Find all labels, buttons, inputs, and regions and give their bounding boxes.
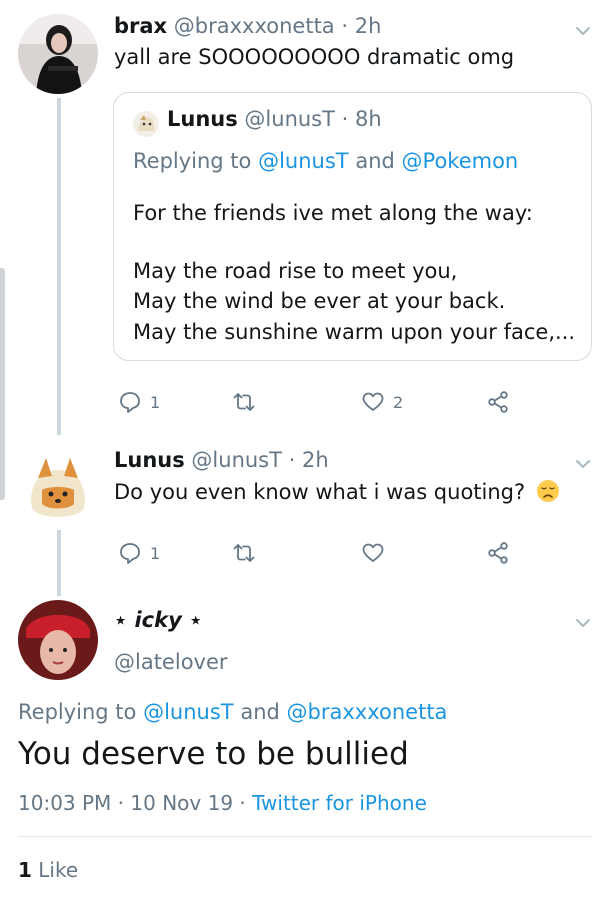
separator: · [341, 14, 349, 38]
retweet-icon [232, 390, 256, 414]
handle[interactable]: @braxxxonetta [174, 14, 335, 38]
chevron-down-icon[interactable] [574, 455, 592, 473]
like-button[interactable]: 2 [361, 390, 403, 414]
tweet-source-link[interactable]: Twitter for iPhone [252, 791, 427, 815]
retweet-button[interactable] [232, 541, 264, 565]
avatar[interactable] [18, 600, 98, 680]
tweet-header: Lunus @lunusT · 2h [114, 448, 329, 472]
separator: · [239, 791, 246, 815]
replying-and: and [355, 149, 395, 173]
display-name[interactable]: brax [114, 14, 167, 38]
display-name[interactable]: Lunus [114, 448, 185, 472]
separator: · [341, 107, 349, 131]
display-name[interactable]: ⋆ icky ⋆ [114, 608, 202, 632]
handle[interactable]: @latelover [114, 650, 228, 674]
like-button[interactable] [361, 541, 393, 565]
reply-count: 1 [150, 392, 161, 412]
scroll-indicator[interactable] [0, 268, 5, 500]
replying-and: and [240, 700, 280, 724]
quoted-tweet-header: Lunus @lunusT · 8h [167, 107, 382, 131]
like-count: 1 [18, 858, 32, 882]
quoted-text-line: May the road rise to meet you, [133, 259, 458, 283]
timestamp: 8h [355, 107, 382, 131]
mention-link[interactable]: @braxxxonetta [287, 700, 448, 724]
tweet-text: You deserve to be bullied [18, 736, 409, 772]
share-icon [486, 541, 510, 565]
divider [18, 836, 591, 837]
like-label: Like [38, 858, 79, 882]
mention-link[interactable]: @lunusT [258, 149, 349, 173]
tweet-text-body: Do you even know what i was quoting? [114, 480, 526, 504]
tweet-header: brax @braxxxonetta · 2h [114, 14, 381, 38]
tweet-time: 10:03 PM [18, 791, 112, 815]
separator: · [288, 448, 296, 472]
replying-to: Replying to @lunusT and @Pokemon [133, 149, 518, 173]
share-button[interactable] [486, 390, 510, 414]
quoted-tweet[interactable]: Lunus @lunusT · 8h Replying to @lunusT a… [113, 92, 592, 361]
disappointed-emoji-icon [536, 479, 560, 503]
replying-prefix: Replying to [18, 700, 137, 724]
mention-link[interactable]: @Pokemon [402, 149, 519, 173]
reply-icon [118, 541, 142, 565]
handle[interactable]: @lunusT [191, 448, 282, 472]
reply-count: 1 [150, 543, 161, 563]
chevron-down-icon[interactable] [574, 22, 592, 40]
quoted-text-line: May the sunshine warm upon your face,... [133, 320, 576, 344]
display-name: Lunus [167, 107, 238, 131]
separator: · [117, 791, 125, 815]
reply-button[interactable]: 1 [118, 390, 160, 414]
tweet-text: Do you even know what i was quoting? [114, 479, 560, 504]
handle: @lunusT [244, 107, 335, 131]
chevron-down-icon[interactable] [574, 614, 592, 632]
mention-link[interactable]: @lunusT [143, 700, 234, 724]
replying-to: Replying to @lunusT and @braxxxonetta [18, 700, 447, 724]
quoted-text-line: For the friends ive met along the way: [133, 201, 533, 225]
avatar [133, 111, 159, 137]
reply-button[interactable]: 1 [118, 541, 160, 565]
timestamp[interactable]: 2h [302, 448, 329, 472]
tweet-text: yall are SOOOOOOOOO dramatic omg [114, 45, 515, 69]
quoted-text-line: May the wind be ever at your back. [133, 289, 506, 313]
share-button[interactable] [486, 541, 510, 565]
reply-icon [118, 390, 142, 414]
tweet-date: 10 Nov 19 [130, 791, 234, 815]
retweet-button[interactable] [232, 390, 264, 414]
share-icon [486, 390, 510, 414]
timestamp[interactable]: 2h [355, 14, 382, 38]
avatar[interactable] [18, 448, 98, 528]
heart-icon [361, 390, 385, 414]
retweet-icon [232, 541, 256, 565]
likes-summary[interactable]: 1 Like [18, 858, 78, 882]
thread-line [57, 98, 61, 435]
heart-icon [361, 541, 385, 565]
avatar[interactable] [18, 14, 98, 94]
like-count: 2 [393, 392, 404, 412]
thread-line [57, 530, 61, 596]
replying-prefix: Replying to [133, 149, 252, 173]
tweet-meta: 10:03 PM · 10 Nov 19 · Twitter for iPhon… [18, 791, 427, 815]
